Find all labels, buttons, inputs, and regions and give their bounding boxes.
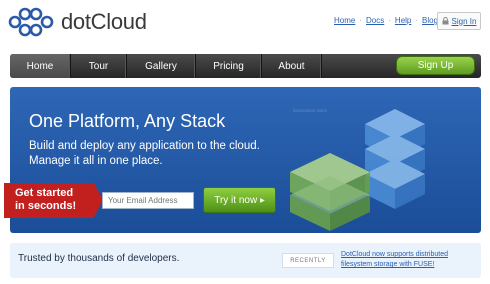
news-link-line1: DotCloud now supports distributed bbox=[341, 251, 449, 258]
separator: · bbox=[415, 16, 419, 25]
arrow-right-icon: ▶ bbox=[260, 197, 265, 204]
dotcloud-logo-icon bbox=[8, 7, 54, 37]
try-it-now-button[interactable]: Try it now ▶ bbox=[203, 187, 276, 213]
top-link-home[interactable]: Home bbox=[334, 16, 355, 25]
hero-subtitle: Build and deploy any application to the … bbox=[29, 140, 260, 167]
email-field[interactable] bbox=[102, 192, 194, 209]
nav-item-tour[interactable]: Tour bbox=[71, 54, 127, 78]
top-links: Home · Docs · Help · Blog bbox=[334, 16, 438, 25]
top-link-blog[interactable]: Blog bbox=[422, 16, 438, 25]
top-link-help[interactable]: Help bbox=[395, 16, 411, 25]
separator: · bbox=[388, 16, 391, 25]
top-link-docs[interactable]: Docs bbox=[366, 16, 384, 25]
nav-item-about[interactable]: About bbox=[262, 54, 322, 78]
sign-up-button[interactable]: Sign Up bbox=[397, 57, 474, 74]
brand-name: dotCloud bbox=[61, 9, 147, 34]
nav-item-pricing[interactable]: Pricing bbox=[196, 54, 262, 78]
trusted-text: Trusted by thousands of developers. bbox=[18, 253, 180, 264]
sign-in-label: Sign In bbox=[451, 16, 477, 26]
brand-logo[interactable]: dotCloud bbox=[8, 7, 147, 37]
stacked-cubes-illustration bbox=[290, 109, 425, 231]
separator: · bbox=[359, 16, 363, 25]
news-link-line2: filesystem storage with FUSE! bbox=[341, 261, 435, 268]
get-started-ribbon: Get started in seconds! bbox=[4, 183, 103, 218]
sign-in-button[interactable]: Sign In bbox=[437, 12, 481, 30]
lock-icon bbox=[442, 17, 449, 25]
nav-item-gallery[interactable]: Gallery bbox=[127, 54, 196, 78]
try-it-now-label: Try it now bbox=[214, 194, 258, 206]
news-link[interactable]: DotCloud now supports distributed filesy… bbox=[341, 250, 448, 270]
nav-item-home[interactable]: Home bbox=[10, 54, 71, 78]
hero-title: One Platform, Any Stack bbox=[29, 111, 226, 131]
recently-badge: RECENTLY bbox=[282, 253, 334, 268]
